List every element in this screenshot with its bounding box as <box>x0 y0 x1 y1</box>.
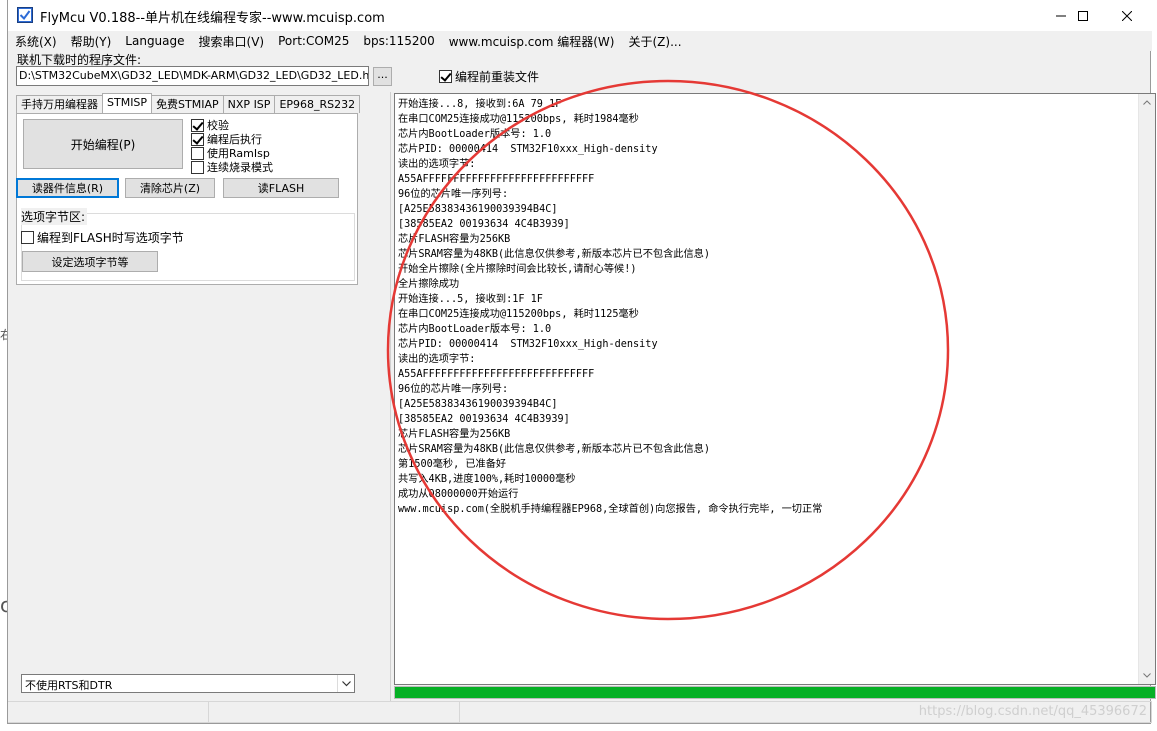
background-edge: 右 c <box>0 0 12 731</box>
log-line: 芯片PID: 00000414 STM32F10xxx_High-density <box>398 144 658 155</box>
chevron-down-icon[interactable] <box>337 675 354 692</box>
menu-port[interactable]: Port:COM25 <box>271 34 356 48</box>
log-line: 在串口COM25连接成功@115200bps, 耗时1125毫秒 <box>398 309 639 320</box>
menu-about[interactable]: 关于(Z)... <box>621 33 688 50</box>
log-line: 芯片SRAM容量为48KB(此信息仅供参考,新版本芯片已不包含此信息) <box>398 249 710 260</box>
log-line: 成功从08000000开始运行 <box>398 489 519 500</box>
tab-ep968-rs232[interactable]: EP968_RS232 <box>274 95 361 113</box>
log-output[interactable]: 开始连接...8, 接收到:6A 79 1F 在串口COM25连接成功@11520… <box>394 93 1156 685</box>
menu-system[interactable]: 系统(X) <box>8 33 64 50</box>
menu-bps[interactable]: bps:115200 <box>356 34 441 48</box>
continuous-burn-label: 连续烧录模式 <box>207 161 273 174</box>
log-line: 芯片内BootLoader版本号: 1.0 <box>398 324 552 335</box>
continuous-burn-option[interactable]: 连续烧录模式 <box>191 159 273 175</box>
log-line: 开始连接...5, 接收到:1F 1F <box>398 294 543 305</box>
verify-checkbox[interactable] <box>191 118 204 132</box>
log-line: 芯片SRAM容量为48KB(此信息仅供参考,新版本芯片已不包含此信息) <box>398 444 710 455</box>
tab-stmisp[interactable]: STMISP <box>102 93 153 113</box>
close-button[interactable] <box>1104 0 1150 31</box>
progress-bar <box>394 686 1156 699</box>
start-programming-button[interactable]: 开始编程(P) <box>23 119 183 169</box>
status-cell <box>209 701 460 723</box>
reload-checkbox-box[interactable] <box>439 70 452 83</box>
log-line: 开始全片擦除(全片擦除时间会比较长,请耐心等候!) <box>398 264 637 275</box>
watermark: https://blog.csdn.net/qq_45396672 <box>918 704 1147 719</box>
tab-free-stmiap[interactable]: 免费STMIAP <box>151 95 224 113</box>
progress-fill <box>395 687 1155 698</box>
rts-dtr-select[interactable]: 不使用RTS和DTR <box>21 674 355 693</box>
reload-checkbox-label: 编程前重装文件 <box>455 70 540 84</box>
continuous-burn-checkbox[interactable] <box>191 160 204 174</box>
tab-nxp-isp[interactable]: NXP ISP <box>222 95 276 113</box>
erase-chip-button[interactable]: 清除芯片(Z) <box>125 178 215 198</box>
read-flash-button[interactable]: 读FLASH <box>223 178 339 198</box>
write-option-bytes-checkbox[interactable] <box>21 231 34 244</box>
log-lines: 开始连接...8, 接收到:6A 79 1F 在串口COM25连接成功@11520… <box>398 97 822 517</box>
log-line: A55AFFFFFFFFFFFFFFFFFFFFFFFFFFFF <box>398 369 595 380</box>
menu-language[interactable]: Language <box>118 34 191 48</box>
menu-bar: 系统(X) 帮助(Y) Language 搜索串口(V) Port:COM25 … <box>8 31 1152 51</box>
browse-button[interactable]: ... <box>373 67 392 86</box>
rts-dtr-selected-value: 不使用RTS和DTR <box>25 679 113 692</box>
log-line: 全片擦除成功 <box>398 279 460 290</box>
log-line: [38585EA2 00193634 4C4B3939] <box>398 219 570 230</box>
pane-divider <box>390 92 391 702</box>
write-option-bytes-label: 编程到FLASH时写选项字节 <box>37 231 184 245</box>
log-line: 芯片FLASH容量为256KB <box>398 234 511 245</box>
menu-search-port[interactable]: 搜索串口(V) <box>192 33 272 50</box>
tab-handheld-programmer[interactable]: 手持万用编程器 <box>16 95 103 113</box>
log-line: 芯片FLASH容量为256KB <box>398 429 511 440</box>
menu-programmer[interactable]: www.mcuisp.com 编程器(W) <box>442 33 622 50</box>
mode-tabs: 手持万用编程器 STMISP 免费STMIAP NXP ISP EP968_RS… <box>16 93 361 113</box>
set-option-bytes-button[interactable]: 设定选项字节等 <box>22 251 158 272</box>
log-line: 96位的芯片唯一序列号: <box>398 189 509 200</box>
log-line: 96位的芯片唯一序列号: <box>398 384 509 395</box>
log-line: [A25E58383436190039394B4C] <box>398 204 558 215</box>
log-line: [38585EA2 00193634 4C4B3939] <box>398 414 570 425</box>
app-icon <box>17 7 33 23</box>
log-line: 共写入4KB,进度100%,耗时10000毫秒 <box>398 474 576 485</box>
reload-before-program-checkbox[interactable]: 编程前重装文件 <box>439 68 539 85</box>
log-line: www.mcuisp.com(全脱机手持编程器EP968,全球首创)向您报告, … <box>398 504 823 515</box>
maximize-icon <box>1078 10 1088 21</box>
log-line: 开始连接...8, 接收到:6A 79 1F <box>398 99 562 110</box>
title-bar: FlyMcu V0.188--单片机在线编程专家--www.mcuisp.com <box>8 0 1152 31</box>
status-cell <box>8 701 209 723</box>
scroll-down-icon[interactable] <box>1139 667 1155 684</box>
window-title: FlyMcu V0.188--单片机在线编程专家--www.mcuisp.com <box>40 11 385 26</box>
log-line: 芯片内BootLoader版本号: 1.0 <box>398 129 552 140</box>
log-line: 读出的选项字节: <box>398 159 476 170</box>
use-ramisp-checkbox[interactable] <box>191 146 204 160</box>
flymcu-window: FlyMcu V0.188--单片机在线编程专家--www.mcuisp.com… <box>7 0 1156 724</box>
scroll-up-icon[interactable] <box>1139 94 1155 111</box>
maximize-button[interactable] <box>1060 0 1106 31</box>
log-line: A55AFFFFFFFFFFFFFFFFFFFFFFFFFFFF <box>398 174 595 185</box>
log-line: 在串口COM25连接成功@115200bps, 耗时1984毫秒 <box>398 114 639 125</box>
read-device-info-button[interactable]: 读器件信息(R) <box>16 178 119 198</box>
option-bytes-title: 选项字节区: <box>21 208 88 225</box>
program-file-path-input[interactable]: D:\STM32CubeMX\GD32_LED\MDK-ARM\GD32_LED… <box>16 66 369 86</box>
log-scrollbar[interactable] <box>1138 94 1155 684</box>
log-line: [A25E58383436190039394B4C] <box>398 399 558 410</box>
log-line: 芯片PID: 00000414 STM32F10xxx_High-density <box>398 339 658 350</box>
run-after-program-checkbox[interactable] <box>191 132 204 146</box>
menu-help[interactable]: 帮助(Y) <box>64 33 119 50</box>
write-option-bytes-option[interactable]: 编程到FLASH时写选项字节 <box>21 229 184 246</box>
log-line: 第1500毫秒, 已准备好 <box>398 459 507 470</box>
log-line: 读出的选项字节: <box>398 354 476 365</box>
close-icon <box>1122 10 1132 21</box>
